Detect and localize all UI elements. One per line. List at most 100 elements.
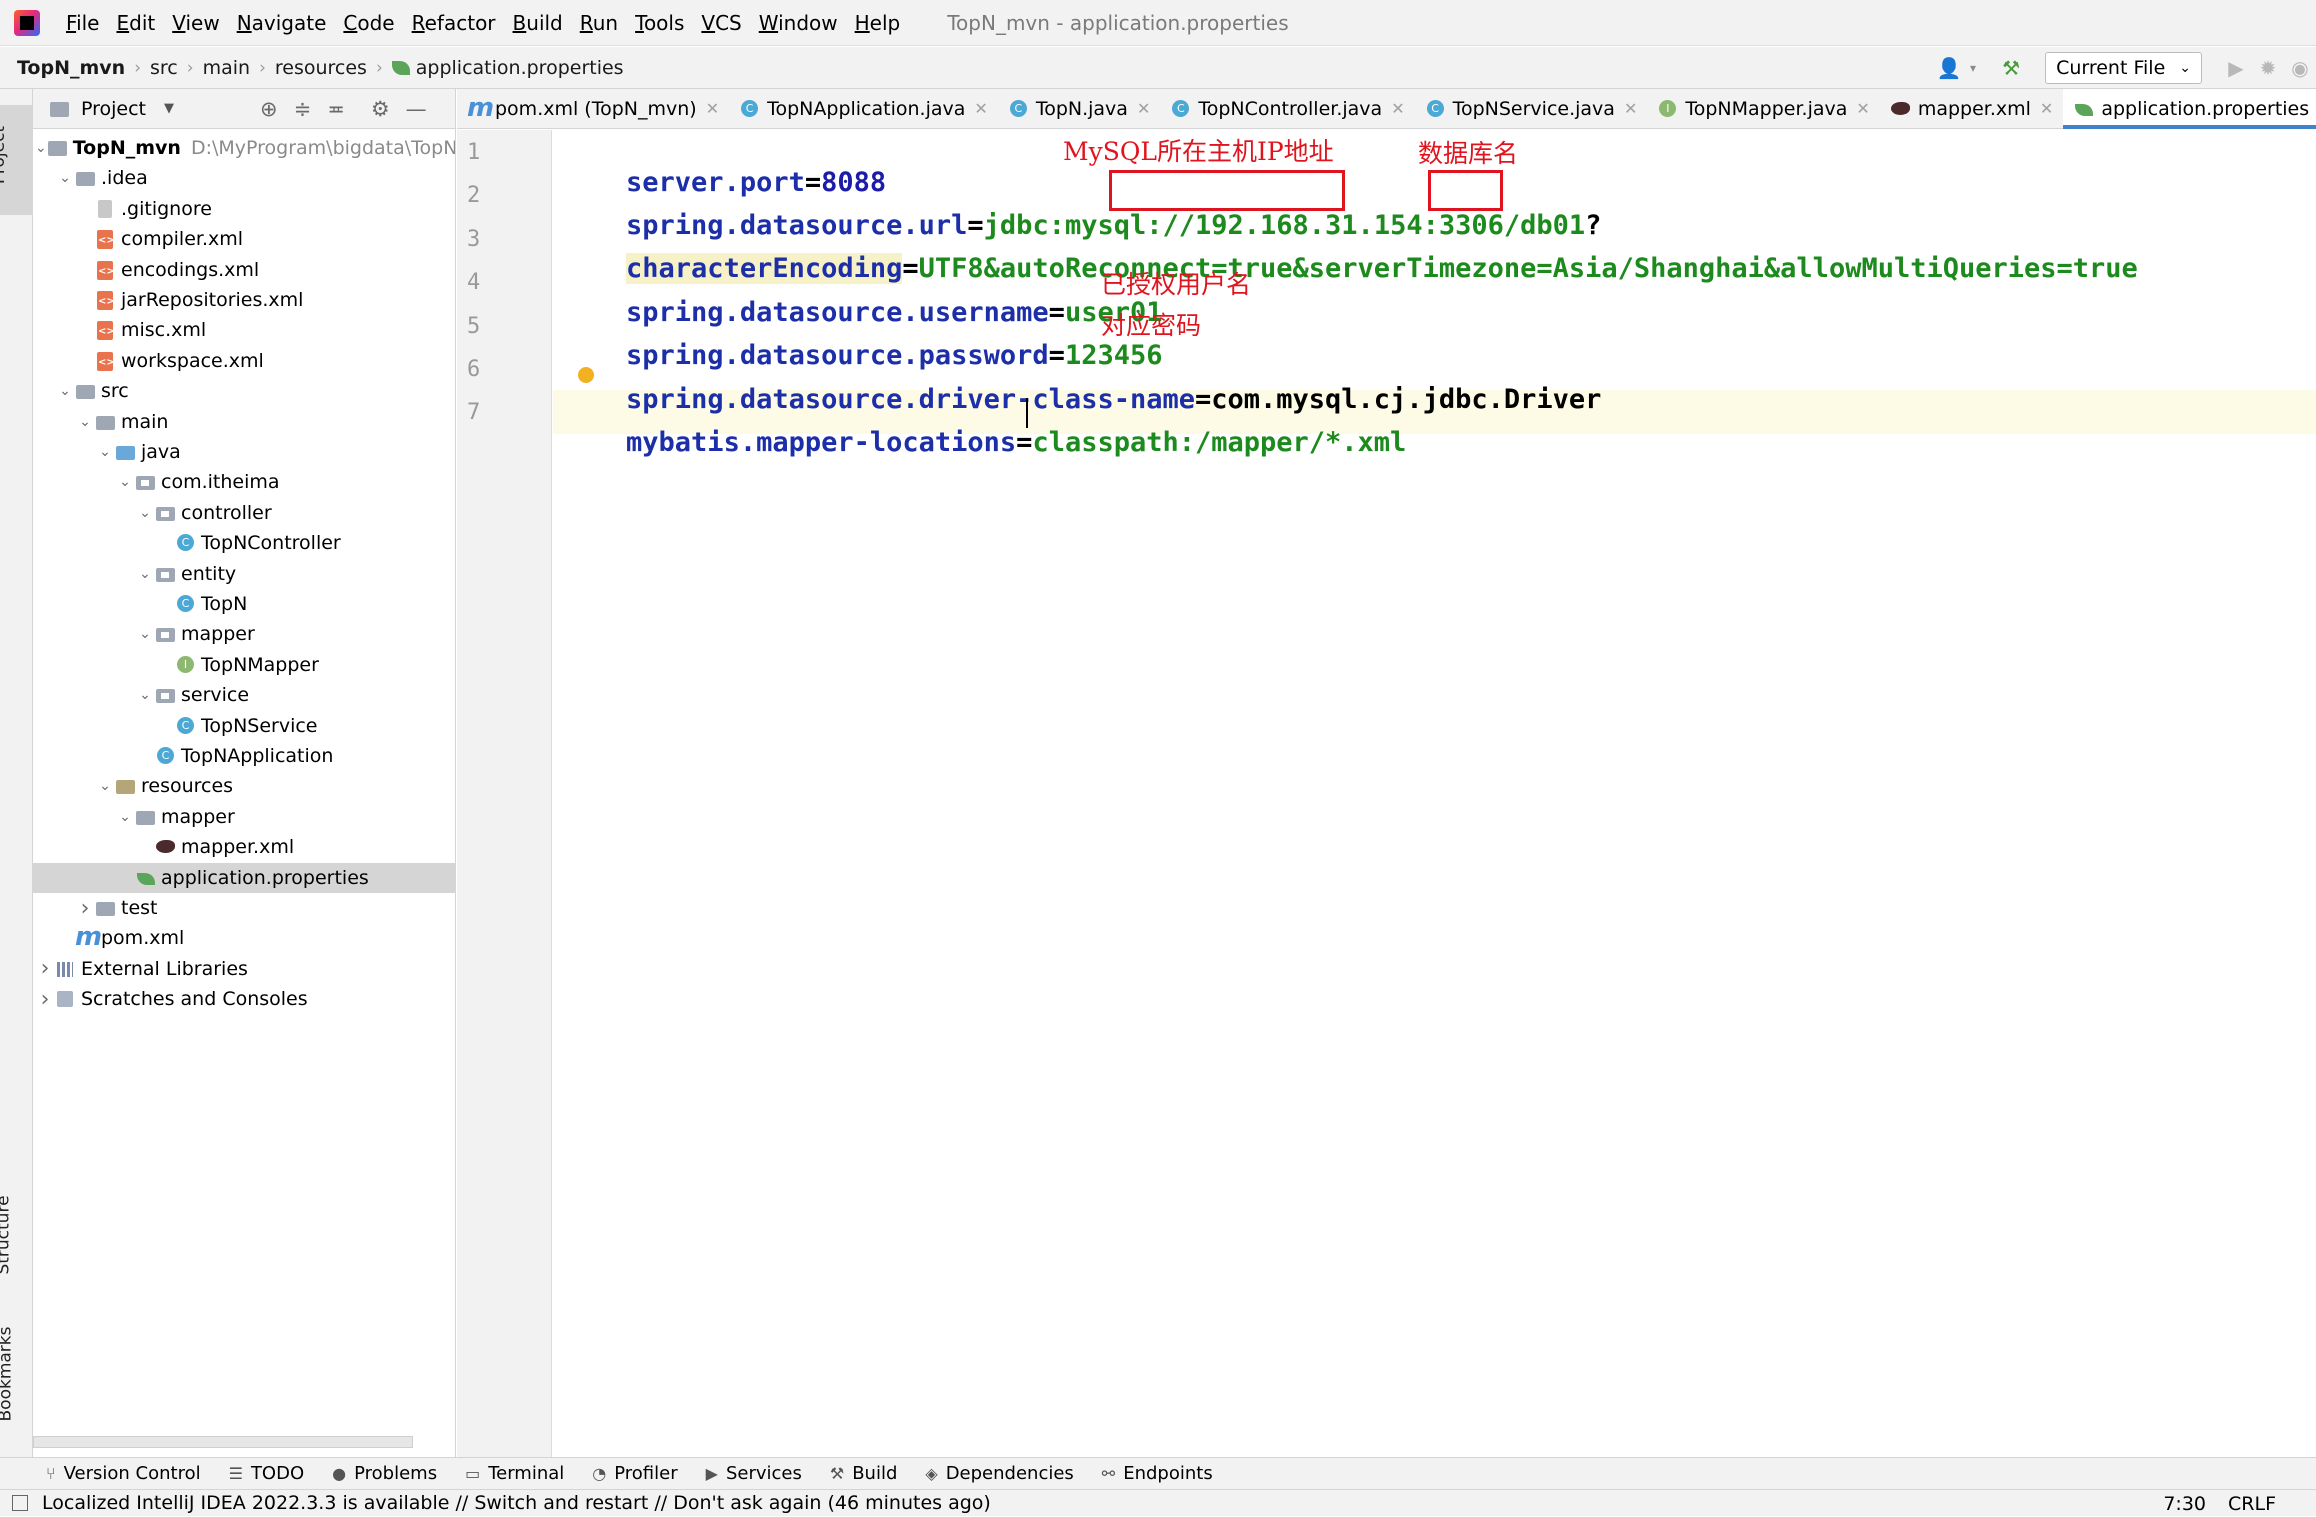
menu-vcs[interactable]: VCS bbox=[701, 11, 741, 35]
line-separator[interactable]: CRLF bbox=[2228, 1493, 2276, 1515]
breadcrumb-src[interactable]: src bbox=[150, 57, 178, 79]
tree-item[interactable]: ⌄ java bbox=[33, 437, 455, 467]
tree-item[interactable]: .gitignore bbox=[33, 194, 455, 224]
bookmarks-tool-tab[interactable]: Bookmarks bbox=[0, 1314, 33, 1444]
editor-tab[interactable]: application.properties✕ bbox=[2063, 88, 2316, 129]
menu-navigate[interactable]: Navigate bbox=[237, 11, 327, 35]
project-panel-title[interactable]: Project bbox=[81, 98, 146, 120]
status-toggle-icon[interactable] bbox=[12, 1495, 28, 1511]
tool-window-build[interactable]: ⚒ Build bbox=[830, 1463, 898, 1484]
menu-view[interactable]: View bbox=[172, 11, 219, 35]
tree-item[interactable]: pom.xml bbox=[33, 923, 455, 953]
tree-item[interactable]: › Scratches and Consoles bbox=[33, 984, 455, 1014]
coverage-icon[interactable]: ◉ bbox=[2284, 56, 2316, 80]
menu-refactor[interactable]: Refactor bbox=[412, 11, 496, 35]
menu-window[interactable]: Window bbox=[759, 11, 838, 35]
menu-help[interactable]: Help bbox=[855, 11, 901, 35]
chevron-down-icon[interactable]: ⌄ bbox=[135, 566, 155, 582]
tree-item[interactable]: mapper.xml bbox=[33, 832, 455, 862]
menu-file[interactable]: File bbox=[66, 11, 99, 35]
select-opened-file-icon[interactable]: ⊕ bbox=[260, 97, 278, 121]
editor-tab[interactable]: TopN.java ✕ bbox=[998, 89, 1161, 129]
chevron-down-icon[interactable]: ⌄ bbox=[55, 170, 75, 186]
tree-item[interactable]: TopN bbox=[33, 589, 455, 619]
tree-item[interactable]: compiler.xml bbox=[33, 224, 455, 254]
tree-item[interactable]: ⌄ TopN_mvn D:\MyProgram\bigdata\TopN bbox=[33, 133, 455, 163]
menu-run[interactable]: Run bbox=[580, 11, 618, 35]
chevron-down-icon[interactable]: ⌄ bbox=[35, 140, 47, 156]
chevron-down-icon[interactable]: ▾ bbox=[1965, 61, 1981, 75]
tool-window-problems[interactable]: ● Problems bbox=[332, 1463, 437, 1484]
tool-window-services[interactable]: ▶ Services bbox=[706, 1463, 802, 1484]
tree-item[interactable]: ⌄ mapper bbox=[33, 619, 455, 649]
tree-item[interactable]: TopNMapper bbox=[33, 650, 455, 680]
editor-tab[interactable]: TopNController.java ✕ bbox=[1160, 89, 1414, 129]
tree-item[interactable]: ⌄ src bbox=[33, 376, 455, 406]
tool-window-terminal[interactable]: ▭ Terminal bbox=[465, 1463, 564, 1484]
menu-build[interactable]: Build bbox=[513, 11, 563, 35]
close-icon[interactable]: ✕ bbox=[706, 99, 719, 118]
build-hammer-icon[interactable]: ⚒ bbox=[1995, 56, 2027, 80]
tree-item[interactable]: encodings.xml bbox=[33, 255, 455, 285]
menu-edit[interactable]: Edit bbox=[116, 11, 155, 35]
close-icon[interactable]: ✕ bbox=[1137, 99, 1150, 118]
debug-icon[interactable]: ✹ bbox=[2252, 56, 2284, 80]
tree-item[interactable]: application.properties bbox=[33, 862, 455, 893]
horizontal-scrollbar[interactable] bbox=[33, 1436, 413, 1448]
chevron-down-icon[interactable]: ⌄ bbox=[135, 626, 155, 642]
structure-tool-tab[interactable]: Structure bbox=[0, 1179, 33, 1289]
chevron-down-icon[interactable]: ⌄ bbox=[115, 809, 135, 825]
chevron-right-icon[interactable]: › bbox=[35, 987, 55, 1012]
tree-item[interactable]: jarRepositories.xml bbox=[33, 285, 455, 315]
chevron-right-icon[interactable]: › bbox=[75, 896, 95, 921]
close-icon[interactable]: ✕ bbox=[2040, 99, 2053, 118]
tree-item[interactable]: TopNService bbox=[33, 711, 455, 741]
breadcrumb-file[interactable]: application.properties bbox=[416, 57, 624, 79]
close-icon[interactable]: ✕ bbox=[1624, 99, 1637, 118]
collapse-all-icon[interactable]: ≖ bbox=[327, 97, 345, 121]
hide-panel-icon[interactable]: — bbox=[406, 97, 427, 121]
chevron-down-icon[interactable]: ⌄ bbox=[135, 505, 155, 521]
chevron-down-icon[interactable]: ⌄ bbox=[55, 383, 75, 399]
chevron-down-icon[interactable]: ▼ bbox=[164, 101, 174, 116]
tool-window-profiler[interactable]: ◔ Profiler bbox=[592, 1463, 677, 1484]
editor-tab[interactable]: TopNService.java ✕ bbox=[1415, 89, 1648, 129]
status-message[interactable]: Localized IntelliJ IDEA 2022.3.3 is avai… bbox=[42, 1492, 991, 1514]
editor-tab[interactable]: pom.xml (TopN_mvn) ✕ bbox=[457, 89, 729, 129]
menu-code[interactable]: Code bbox=[343, 11, 394, 35]
tree-item[interactable]: TopNApplication bbox=[33, 741, 455, 771]
tree-item[interactable]: ⌄ service bbox=[33, 680, 455, 710]
tool-window-version-control[interactable]: ⑂ Version Control bbox=[46, 1463, 201, 1484]
tree-item[interactable]: ⌄ main bbox=[33, 407, 455, 437]
intention-bulb-icon[interactable] bbox=[578, 367, 594, 383]
project-tool-tab[interactable]: Project bbox=[0, 105, 33, 215]
breadcrumb-resources[interactable]: resources bbox=[275, 57, 367, 79]
tool-window-todo[interactable]: ☰ TODO bbox=[229, 1463, 305, 1484]
editor-tab[interactable]: mapper.xml ✕ bbox=[1880, 89, 2064, 129]
code-editor[interactable]: server.port=8088 spring.datasource.url=j… bbox=[553, 130, 2316, 1467]
tree-item[interactable]: ⌄ entity bbox=[33, 559, 455, 589]
tree-item[interactable]: workspace.xml bbox=[33, 346, 455, 376]
tool-window-endpoints[interactable]: ⚯ Endpoints bbox=[1102, 1463, 1213, 1484]
caret-position[interactable]: 7:30 bbox=[2163, 1493, 2206, 1515]
user-icon[interactable]: 👤 bbox=[1933, 56, 1965, 80]
close-icon[interactable]: ✕ bbox=[1391, 99, 1404, 118]
chevron-down-icon[interactable]: ⌄ bbox=[135, 687, 155, 703]
run-icon[interactable]: ▶ bbox=[2220, 56, 2252, 80]
chevron-down-icon[interactable]: ⌄ bbox=[115, 474, 135, 490]
breadcrumb-main[interactable]: main bbox=[203, 57, 250, 79]
run-configuration-select[interactable]: Current File ⌄ bbox=[2045, 52, 2202, 84]
tree-item[interactable]: misc.xml bbox=[33, 315, 455, 345]
chevron-down-icon[interactable]: ⌄ bbox=[95, 444, 115, 460]
chevron-right-icon[interactable]: › bbox=[35, 956, 55, 981]
tree-item[interactable]: ⌄ .idea bbox=[33, 163, 455, 193]
tree-item[interactable]: › test bbox=[33, 893, 455, 923]
tool-window-dependencies[interactable]: ◈ Dependencies bbox=[925, 1463, 1073, 1484]
chevron-down-icon[interactable]: ⌄ bbox=[95, 778, 115, 794]
close-icon[interactable]: ✕ bbox=[1856, 99, 1869, 118]
gear-icon[interactable]: ⚙ bbox=[371, 97, 390, 121]
tree-item[interactable]: ⌄ mapper bbox=[33, 802, 455, 832]
tree-item[interactable]: ⌄ com.itheima bbox=[33, 467, 455, 497]
close-icon[interactable]: ✕ bbox=[974, 99, 987, 118]
tree-item[interactable]: ⌄ resources bbox=[33, 771, 455, 801]
